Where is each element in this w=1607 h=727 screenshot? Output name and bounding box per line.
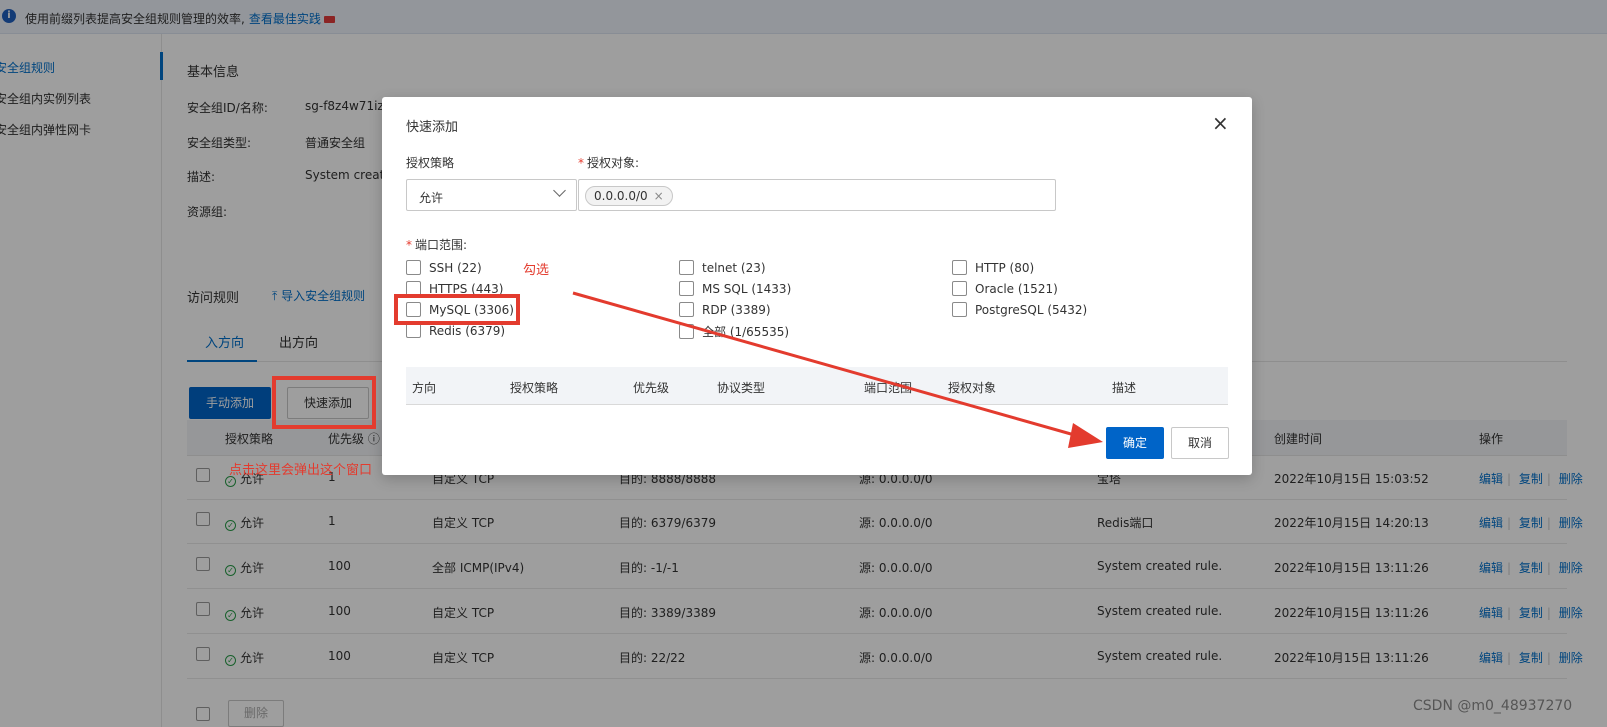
annotation-arrow [572, 291, 1103, 448]
watermark: CSDN @m0_48937270 [1413, 698, 1573, 714]
annotation-arrow-line [572, 291, 1079, 438]
annotation-arrow-head [1068, 423, 1103, 448]
